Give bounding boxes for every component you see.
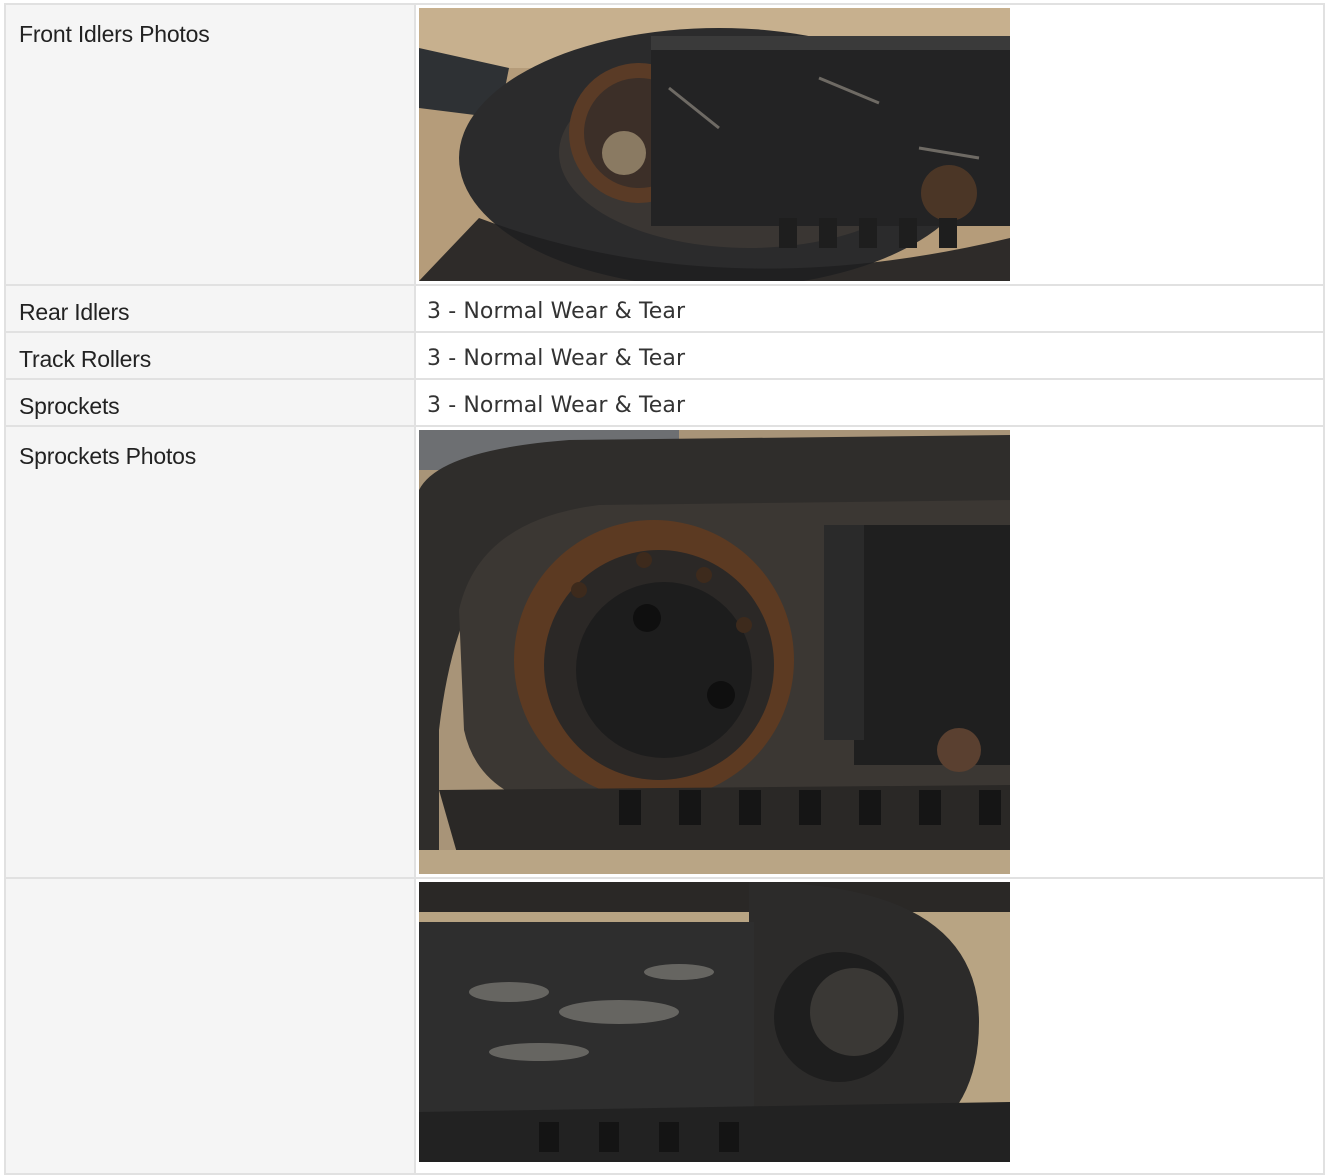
row-label — [4, 877, 416, 1175]
row-value: 3 - Normal Wear & Tear — [414, 331, 1325, 380]
table-row: Sprockets Photos — [4, 425, 1325, 879]
row-value: 3 - Normal Wear & Tear — [414, 378, 1325, 427]
row-value: 3 - Normal Wear & Tear — [414, 284, 1325, 333]
row-label: Front Idlers Photos — [4, 3, 416, 286]
table-row — [4, 877, 1325, 1175]
photo-cell — [414, 3, 1325, 286]
sprockets-photo[interactable] — [419, 430, 1010, 874]
front-idlers-photo[interactable] — [419, 8, 1010, 281]
additional-sprocket-photo[interactable] — [419, 882, 1010, 1162]
table-row: Sprockets 3 - Normal Wear & Tear — [4, 378, 1325, 427]
photo-cell — [414, 425, 1325, 879]
table-row: Rear Idlers 3 - Normal Wear & Tear — [4, 284, 1325, 333]
photo-cell — [414, 877, 1325, 1175]
table-row: Front Idlers Photos — [4, 3, 1325, 286]
row-label: Rear Idlers — [4, 284, 416, 333]
table-row: Track Rollers 3 - Normal Wear & Tear — [4, 331, 1325, 380]
row-label: Sprockets Photos — [4, 425, 416, 879]
row-label: Track Rollers — [4, 331, 416, 380]
inspection-table: Front Idlers Photos Rear Idlers 3 - Norm… — [4, 3, 1325, 1175]
row-label: Sprockets — [4, 378, 416, 427]
